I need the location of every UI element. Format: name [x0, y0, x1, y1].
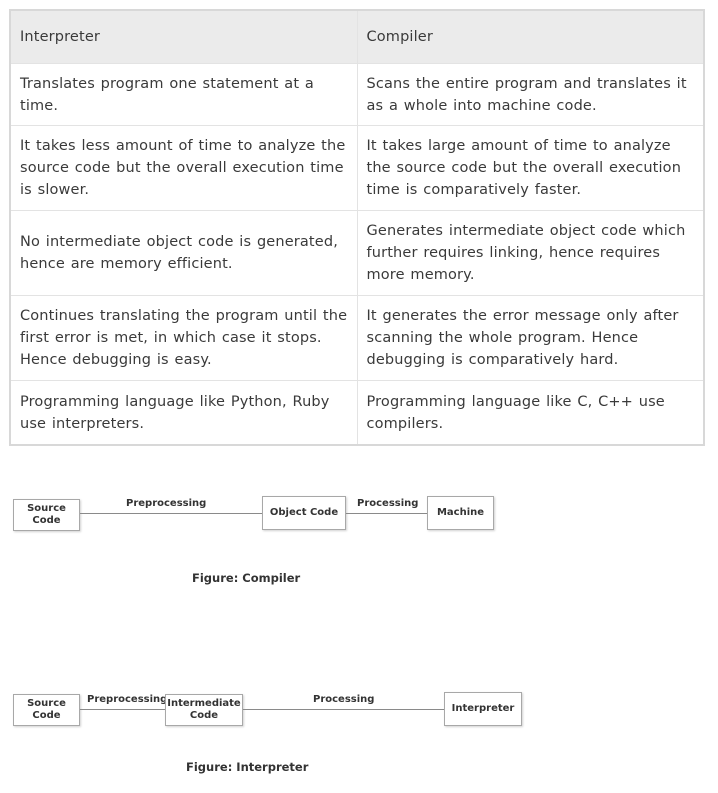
header-interpreter: Interpreter: [10, 10, 357, 64]
object-code-node: Object Code: [262, 496, 346, 530]
interpreter-cell: It takes less amount of time to analyze …: [10, 125, 357, 211]
edge-line: [80, 513, 262, 514]
compiler-cell: Programming language like C, C++ use com…: [356, 380, 704, 445]
node-label: Source Code: [27, 503, 66, 526]
table-row: It takes less amount of time to analyze …: [10, 125, 704, 211]
table-row: Continues translating the program until …: [10, 295, 704, 381]
edge-line: [243, 709, 444, 710]
intermediate-code-node: Intermediate Code: [165, 694, 243, 726]
preprocessing-label: Preprocessing: [87, 694, 168, 705]
interpreter-cell: No intermediate object code is generated…: [10, 210, 357, 296]
processing-label: Processing: [313, 694, 375, 705]
edge-line: [80, 709, 165, 710]
node-label: Interpreter: [451, 703, 515, 714]
table-row: Programming language like Python, Ruby u…: [10, 380, 704, 445]
preprocessing-label: Preprocessing: [126, 498, 207, 509]
comparison-table: Interpreter Compiler Translates program …: [9, 9, 705, 446]
compiler-cell: Scans the entire program and translates …: [356, 63, 704, 126]
source-code-node: Source Code: [13, 499, 80, 531]
figure-caption: Figure: Interpreter: [186, 760, 309, 774]
edge-line: [346, 513, 427, 514]
table-row: Translates program one statement at a ti…: [10, 63, 704, 126]
node-label: Source Code: [27, 698, 66, 721]
interpreter-cell: Translates program one statement at a ti…: [10, 63, 357, 126]
table-row: No intermediate object code is generated…: [10, 210, 704, 296]
node-label: Machine: [436, 507, 485, 518]
processing-label: Processing: [357, 498, 419, 509]
header-compiler: Compiler: [356, 10, 704, 64]
compiler-cell: Generates intermediate object code which…: [356, 210, 704, 296]
interpreter-node: Interpreter: [444, 692, 522, 726]
machine-node: Machine: [427, 496, 494, 530]
node-label: Intermediate Code: [167, 698, 241, 721]
interpreter-cell: Programming language like Python, Ruby u…: [20, 393, 330, 432]
table-header-row: Interpreter Compiler: [10, 10, 704, 64]
compiler-cell: It takes large amount of time to analyze…: [356, 125, 704, 211]
source-code-node: Source Code: [13, 694, 80, 726]
interpreter-cell: Continues translating the program until …: [10, 295, 357, 381]
node-label: Object Code: [269, 507, 339, 518]
figure-caption: Figure: Compiler: [192, 571, 301, 585]
compiler-cell: It generates the error message only afte…: [356, 295, 704, 381]
